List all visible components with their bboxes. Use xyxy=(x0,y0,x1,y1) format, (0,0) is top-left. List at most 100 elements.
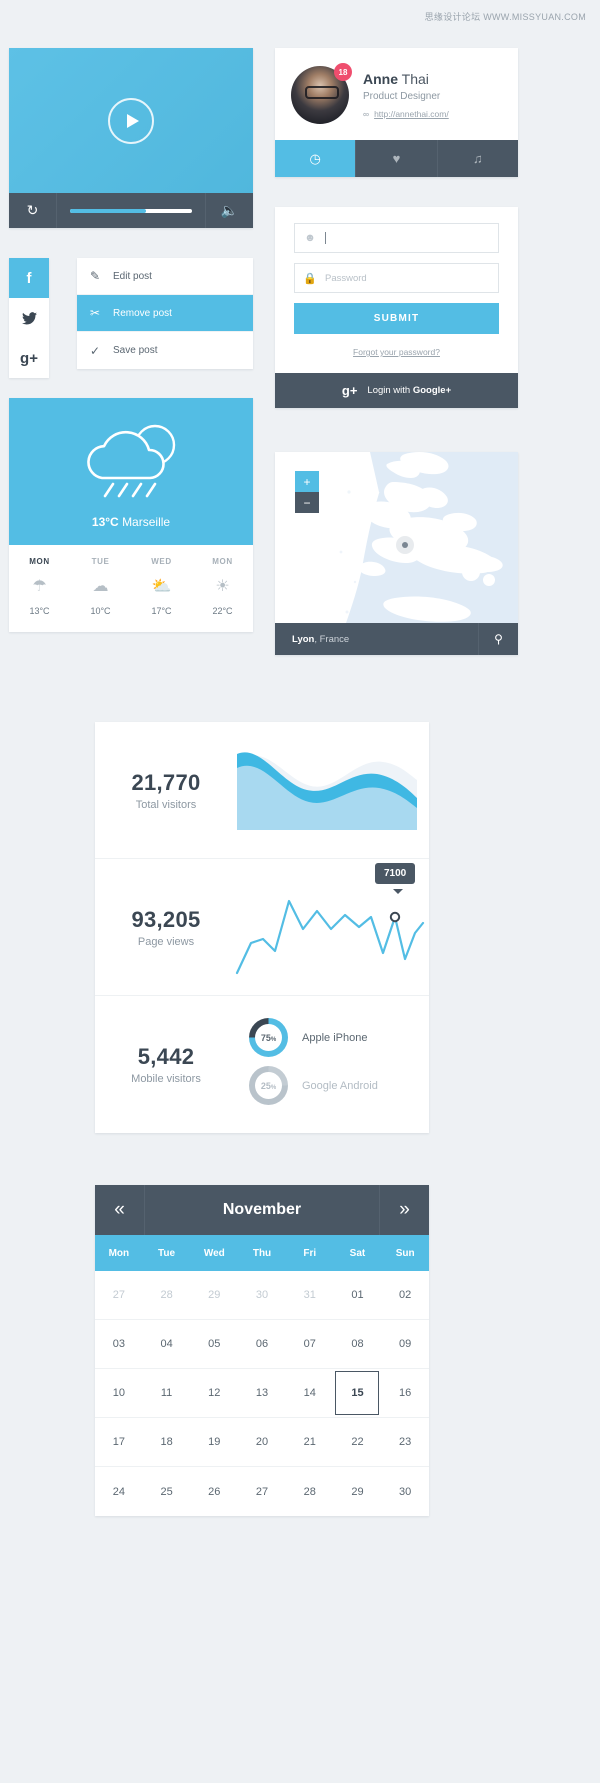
calendar-day-number: 19 xyxy=(208,1436,221,1448)
post-action-remove[interactable]: ✂ Remove post xyxy=(77,295,253,332)
post-action-edit[interactable]: ✎ Edit post xyxy=(77,258,253,295)
donut-android: 25% xyxy=(249,1066,288,1105)
calendar-prev-button[interactable]: « xyxy=(95,1185,145,1235)
calendar-day-cell[interactable]: 06 xyxy=(238,1320,286,1368)
username-input[interactable] xyxy=(325,231,498,245)
forgot-password-link[interactable]: Forgot your password? xyxy=(294,347,499,357)
calendar-day-number: 11 xyxy=(160,1387,173,1399)
calendar-day-cell[interactable]: 13 xyxy=(238,1369,286,1417)
tab-music[interactable]: ♫ xyxy=(437,140,518,177)
calendar-day-cell[interactable]: 31 xyxy=(286,1271,334,1319)
scissors-icon: ✂ xyxy=(89,306,101,320)
calendar-next-button[interactable]: » xyxy=(379,1185,429,1235)
calendar-day-cell[interactable]: 10 xyxy=(95,1369,143,1417)
weather-day-temp: 22°C xyxy=(212,606,233,616)
check-icon: ✓ xyxy=(89,343,101,358)
googleplus-button[interactable]: g+ xyxy=(9,338,49,378)
twitter-button[interactable] xyxy=(9,298,49,338)
username-field[interactable]: ☻ xyxy=(294,223,499,253)
avatar-wrapper: 18 xyxy=(291,63,352,124)
password-field[interactable]: 🔒 Password xyxy=(294,263,499,293)
zoom-in-button[interactable]: + xyxy=(295,471,319,492)
cloud-rain-sun-icon xyxy=(87,424,176,498)
calendar-day-cell[interactable]: 23 xyxy=(381,1418,429,1466)
calendar-day-cell[interactable]: 14 xyxy=(286,1369,334,1417)
calendar-day-cell[interactable]: 28 xyxy=(286,1467,334,1516)
calendar-day-cell[interactable]: 28 xyxy=(143,1271,191,1319)
profile-link-row: ∞ http://annethai.com/ xyxy=(363,109,449,119)
tab-recent[interactable]: ◷ xyxy=(275,140,357,177)
video-player-card: ↻ 🔈 xyxy=(9,48,253,228)
play-button[interactable] xyxy=(108,97,154,144)
stat-label: Total visitors xyxy=(135,798,197,811)
calendar-day-cell[interactable]: 12 xyxy=(190,1369,238,1417)
twitter-icon xyxy=(21,311,37,324)
calendar-day-cell[interactable]: 21 xyxy=(286,1418,334,1466)
calendar-day-cell[interactable]: 08 xyxy=(334,1320,382,1368)
weather-day-temp: 10°C xyxy=(90,606,111,616)
calendar-day-cell[interactable]: 27 xyxy=(95,1271,143,1319)
calendar-week-row: 27 28 29 30 31 01 02 xyxy=(95,1271,429,1320)
calendar-day-cell[interactable]: 25 xyxy=(143,1467,191,1516)
calendar-day-cell[interactable]: 18 xyxy=(143,1418,191,1466)
calendar-day-cell[interactable]: 01 xyxy=(334,1271,382,1319)
progress-slider[interactable] xyxy=(57,208,205,213)
calendar-day-cell[interactable]: 19 xyxy=(190,1418,238,1466)
stat-value: 5,442 xyxy=(137,1044,195,1069)
line-chart: 7100 xyxy=(235,859,429,995)
calendar-day-cell[interactable]: 07 xyxy=(286,1320,334,1368)
notification-badge[interactable]: 18 xyxy=(334,63,352,81)
calendar-day-cell[interactable]: 30 xyxy=(381,1467,429,1516)
calendar-day-cell[interactable]: 04 xyxy=(143,1320,191,1368)
calendar-day-cell[interactable]: 09 xyxy=(381,1320,429,1368)
stat-summary: 5,442 Mobile visitors xyxy=(95,1044,237,1085)
calendar-day-number: 30 xyxy=(399,1485,412,1498)
rain-icon: ☂ xyxy=(32,578,47,595)
stat-summary: 21,770 Total visitors xyxy=(95,770,237,811)
profile-website-link[interactable]: http://annethai.com/ xyxy=(374,109,449,119)
calendar-day-number: 13 xyxy=(255,1387,269,1399)
weather-day-temp: 17°C xyxy=(151,606,172,616)
calendar-day-cell[interactable]: 29 xyxy=(334,1467,382,1516)
calendar-day-cell[interactable]: 29 xyxy=(190,1271,238,1319)
calendar-day-cell[interactable]: 03 xyxy=(95,1320,143,1368)
calendar-day-cell[interactable]: 27 xyxy=(238,1467,286,1516)
calendar-week-row: 17 18 19 20 21 22 23 xyxy=(95,1418,429,1467)
zoom-out-button[interactable]: − xyxy=(295,492,319,513)
calendar-day-cell[interactable]: 15 xyxy=(334,1369,382,1417)
video-screen[interactable] xyxy=(9,48,253,193)
post-action-label: Remove post xyxy=(113,307,172,319)
loop-icon[interactable]: ↻ xyxy=(9,202,56,219)
calendar-day-number: 24 xyxy=(112,1485,125,1498)
profile-first-name: Anne xyxy=(363,71,398,87)
weather-card: 13°C Marseille MON ☂ 13°C TUE ☁ 10°C WED ⛅ 17°C M… xyxy=(9,398,253,632)
calendar-day-cell[interactable]: 05 xyxy=(190,1320,238,1368)
weather-day: TUE ☁ 10°C xyxy=(70,557,131,616)
calendar-day-cell[interactable]: 11 xyxy=(143,1369,191,1417)
play-icon xyxy=(127,113,139,128)
volume-icon[interactable]: 🔈 xyxy=(206,202,253,219)
tooltip-arrow xyxy=(393,889,403,894)
map-card[interactable]: + − Lyon, France ⚲ xyxy=(275,452,518,655)
calendar-day-cell[interactable]: 26 xyxy=(190,1467,238,1516)
location-pin-icon[interactable]: ⚲ xyxy=(478,623,518,655)
weather-temp-line: 13°C Marseille xyxy=(9,515,253,529)
google-login-button[interactable]: g+ Login with Google+ xyxy=(275,373,518,408)
calendar-day-cell[interactable]: 17 xyxy=(95,1418,143,1466)
map-marker[interactable] xyxy=(396,536,414,554)
calendar-day-cell[interactable]: 24 xyxy=(95,1467,143,1516)
calendar-day-cell[interactable]: 20 xyxy=(238,1418,286,1466)
googleplus-icon: g+ xyxy=(341,383,358,398)
submit-button[interactable]: SUBMIT xyxy=(294,303,499,334)
password-input[interactable]: Password xyxy=(325,273,498,284)
calendar-day-cell[interactable]: 30 xyxy=(238,1271,286,1319)
post-action-save[interactable]: ✓ Save post xyxy=(77,332,253,369)
calendar-day-number: 31 xyxy=(303,1289,316,1301)
calendar-month-title: November xyxy=(222,1201,302,1218)
calendar-day-cell[interactable]: 16 xyxy=(381,1369,429,1417)
weather-city: Marseille xyxy=(122,515,171,529)
calendar-day-cell[interactable]: 22 xyxy=(334,1418,382,1466)
calendar-day-cell[interactable]: 02 xyxy=(381,1271,429,1319)
facebook-button[interactable]: f xyxy=(9,258,49,298)
tab-likes[interactable]: ♥ xyxy=(356,140,438,177)
